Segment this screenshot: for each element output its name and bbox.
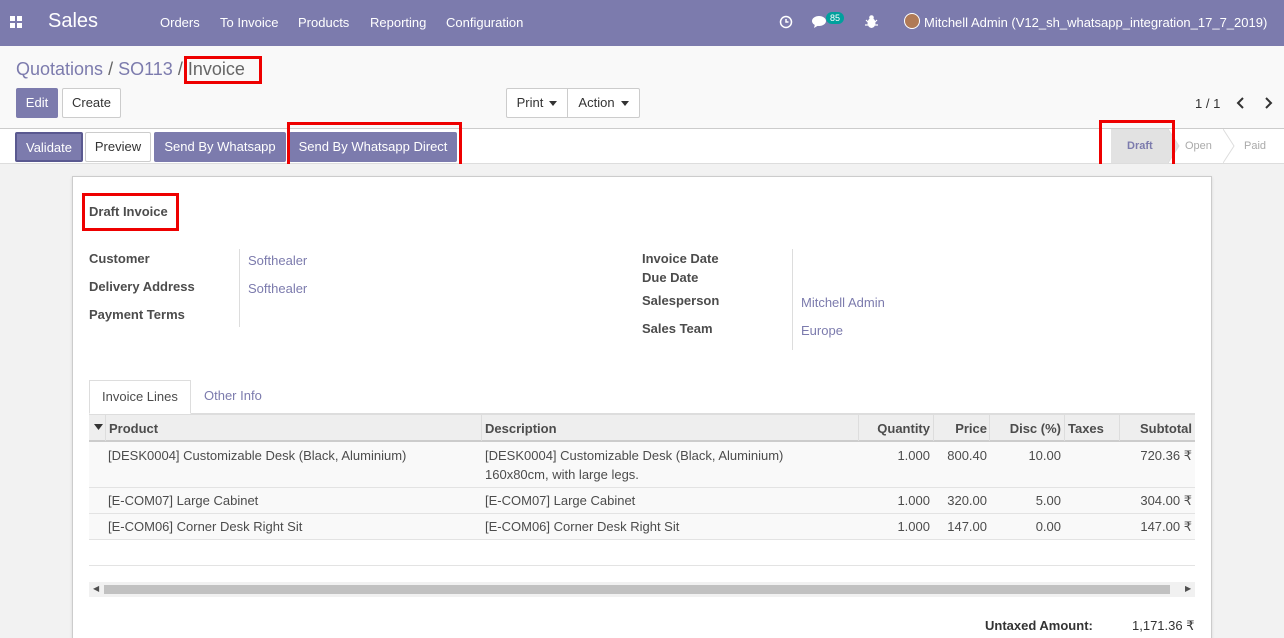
highlight-box-invoice [184,56,262,84]
column-separator [858,415,859,441]
cell-description: [DESK0004] Customizable Desk (Black, Alu… [485,448,784,463]
column-price[interactable]: Price [955,421,987,436]
untaxed-amount-label: Untaxed Amount: [985,618,1093,633]
status-step-paid[interactable]: Paid [1244,140,1266,152]
cell-discount: 10.00 [1028,448,1061,463]
cell-discount: 5.00 [1035,493,1061,508]
cell-description-line2: 160x80cm, with large legs. [485,467,639,482]
table-horizontal-scrollbar[interactable]: ◀ ▶ [89,582,1195,597]
tab-invoice-lines[interactable]: Invoice Lines [89,380,191,414]
column-separator [1064,415,1065,441]
cell-price: 320.00 [947,493,987,508]
action-label: Action [578,95,615,110]
caret-down-icon [549,101,558,107]
scrollbar-thumb[interactable] [104,585,1170,594]
create-button[interactable]: Create [62,88,121,118]
cell-product: [E-COM06] Corner Desk Right Sit [108,519,303,534]
tab-other-info[interactable]: Other Info [192,380,274,414]
table-row[interactable]: [DESK0004] Customizable Desk (Black, Alu… [89,442,1195,488]
column-separator [989,415,990,441]
send-by-whatsapp-button[interactable]: Send By Whatsapp [154,132,286,162]
menu-orders[interactable]: Orders [160,15,200,30]
breadcrumb-quotations[interactable]: Quotations [16,59,103,79]
table-row[interactable]: [E-COM06] Corner Desk Right Sit [E-COM06… [89,514,1195,540]
debug-bug-icon[interactable] [865,14,878,29]
scroll-left-icon[interactable]: ◀ [93,584,99,593]
column-product[interactable]: Product [109,421,158,436]
invoice-date-label: Invoice Date [642,251,719,266]
status-chevron-icon [1223,129,1235,163]
cell-product: [DESK0004] Customizable Desk (Black, Alu… [108,448,407,463]
menu-products[interactable]: Products [298,15,349,30]
sales-team-link[interactable]: Europe [801,323,843,338]
pager-next-icon[interactable] [1263,97,1273,109]
apps-menu-icon[interactable] [10,16,22,28]
action-dropdown[interactable]: Action [567,88,640,118]
cell-quantity: 1.000 [897,493,930,508]
column-separator [1119,415,1120,441]
column-discount[interactable]: Disc (%) [1010,421,1061,436]
edit-button[interactable]: Edit [16,88,58,118]
column-separator [105,415,106,441]
column-description[interactable]: Description [485,421,557,436]
cell-description: [E-COM07] Large Cabinet [485,493,636,508]
invoice-lines-header: Product Description Quantity Price Disc … [89,414,1195,442]
column-separator [933,415,934,441]
validate-button[interactable]: Validate [15,132,83,162]
sort-caret-icon[interactable] [94,424,103,430]
delivery-address-link[interactable]: Softhealer [248,281,307,296]
breadcrumb-order[interactable]: SO113 [118,59,173,79]
highlight-box-draft-invoice [82,193,179,231]
cell-discount: 0.00 [1035,519,1061,534]
column-separator [481,415,482,441]
scroll-right-icon[interactable]: ▶ [1185,584,1191,593]
caret-down-icon [620,101,629,107]
column-subtotal[interactable]: Subtotal [1140,421,1192,436]
cell-description: [E-COM06] Corner Desk Right Sit [485,519,680,534]
cell-product: [E-COM07] Large Cabinet [108,493,259,508]
print-dropdown[interactable]: Print [506,88,568,118]
delivery-address-label: Delivery Address [89,279,195,294]
top-navbar: Sales Orders To Invoice Products Reporti… [0,0,1284,46]
cell-price: 800.40 [947,448,987,463]
message-count-badge: 85 [826,12,845,24]
cell-subtotal: 147.00 ₹ [1140,519,1192,534]
cell-price: 147.00 [947,519,987,534]
preview-button[interactable]: Preview [85,132,151,162]
breadcrumb-separator: / [177,59,183,79]
untaxed-amount-value: 1,171.36 ₹ [1132,618,1195,633]
customer-link[interactable]: Softhealer [248,253,307,268]
field-divider [239,249,240,327]
sales-team-label: Sales Team [642,321,713,336]
salesperson-link[interactable]: Mitchell Admin [801,295,885,310]
pager-value[interactable]: 1 / 1 [1195,96,1220,111]
field-divider [792,249,793,350]
highlight-box-whatsapp-direct [287,122,462,169]
column-quantity[interactable]: Quantity [877,421,930,436]
empty-row [89,540,1195,566]
cell-quantity: 1.000 [897,519,930,534]
user-menu[interactable]: Mitchell Admin (V12_sh_whatsapp_integrat… [924,15,1267,30]
menu-reporting[interactable]: Reporting [370,15,426,30]
cell-subtotal: 304.00 ₹ [1140,493,1192,508]
breadcrumb-separator: / [108,59,114,79]
print-label: Print [516,95,544,110]
pager-previous-icon[interactable] [1236,97,1246,109]
status-step-open[interactable]: Open [1185,140,1212,152]
cell-quantity: 1.000 [897,448,930,463]
menu-to-invoice[interactable]: To Invoice [220,15,279,30]
menu-configuration[interactable]: Configuration [446,15,523,30]
salesperson-label: Salesperson [642,293,720,308]
payment-terms-label: Payment Terms [89,307,185,322]
table-row[interactable]: [E-COM07] Large Cabinet [E-COM07] Large … [89,488,1195,514]
cell-subtotal: 720.36 ₹ [1140,448,1192,463]
customer-label: Customer [89,251,150,266]
user-avatar[interactable] [904,13,920,29]
due-date-label: Due Date [642,270,699,285]
app-title: Sales [48,10,99,32]
activity-clock-icon[interactable] [779,15,793,29]
form-statusbar: Validate Preview Send By Whatsapp Send B… [0,128,1284,164]
column-taxes[interactable]: Taxes [1068,421,1104,436]
